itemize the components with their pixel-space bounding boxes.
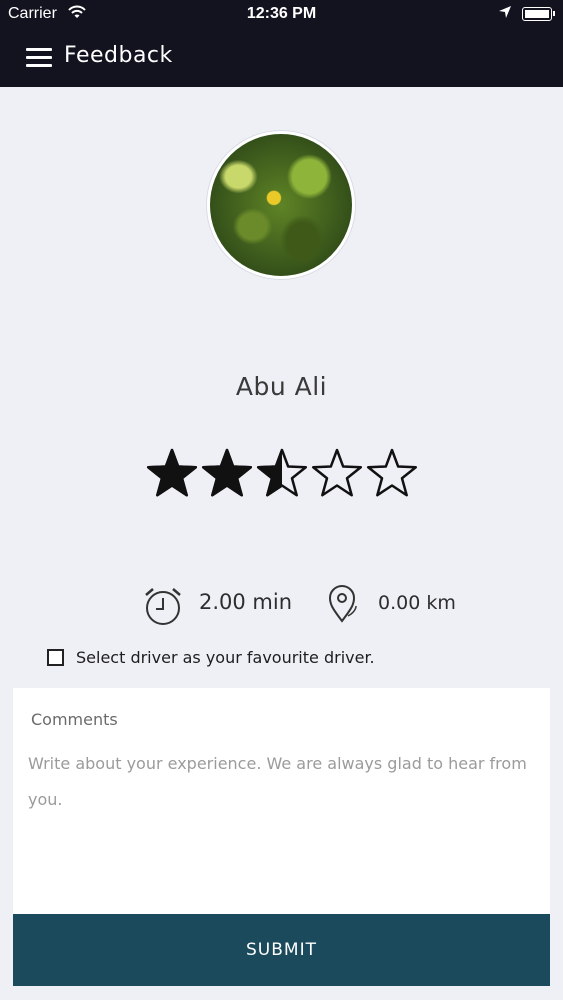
rating-star-4[interactable] <box>311 448 363 497</box>
trip-distance-value: 0.00 km <box>378 592 456 614</box>
header-bar: Feedback <box>0 29 563 87</box>
rating-stars-svg <box>146 448 418 497</box>
driver-name: Abu Ali <box>235 372 328 401</box>
rating-star-1[interactable] <box>146 448 198 497</box>
rating-stars[interactable] <box>146 446 418 502</box>
comments-card: Comments <box>13 688 550 914</box>
favourite-label: Select driver as your favourite driver. <box>76 648 375 667</box>
page-title: Feedback <box>64 43 173 68</box>
comments-title: Comments <box>31 710 118 729</box>
trip-time-value: 2.00 min <box>199 590 293 614</box>
rating-star-3[interactable] <box>256 448 308 497</box>
driver-avatar <box>207 131 355 279</box>
clock-time: 12:36 PM <box>246 5 317 22</box>
location-arrow-icon <box>498 5 512 24</box>
battery-icon <box>522 7 555 21</box>
hamburger-menu-icon[interactable] <box>26 48 52 68</box>
comments-input[interactable] <box>28 746 533 906</box>
map-pin-icon <box>326 584 358 624</box>
rating-star-5[interactable] <box>366 448 418 497</box>
alarm-clock-icon <box>142 585 184 627</box>
favourite-checkbox[interactable] <box>47 649 64 666</box>
status-bar: Carrier 12:36 PM <box>0 0 563 29</box>
rating-star-2[interactable] <box>201 448 253 497</box>
submit-button[interactable]: SUBMIT <box>13 914 550 986</box>
